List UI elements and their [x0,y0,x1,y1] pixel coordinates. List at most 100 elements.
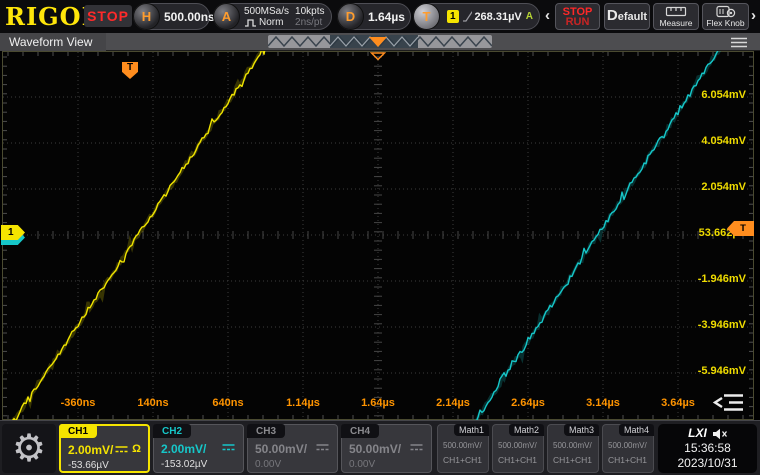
trigger-source-badge: 1 [447,10,459,23]
dc-coupling-icon [221,443,236,452]
math1-tab[interactable]: Math1 [454,424,489,436]
time-label: -360ns [61,397,96,409]
flex-knob-button[interactable]: Flex Knob [702,3,749,30]
delay-control[interactable]: D 1.64µs [337,3,411,30]
settings-button[interactable]: ⚙ [2,424,56,473]
ch2-tab[interactable]: CH2 [153,424,191,438]
ch3-offset: 0.00V [255,459,281,470]
memory-overview-strip [268,35,492,48]
d-knob-icon[interactable]: D [337,3,364,30]
channel-box-ch4[interactable]: CH4 50.00mV/ 0.00V [341,424,432,473]
toolbar-scroll-left-icon[interactable]: ‹ [545,7,550,24]
acquire-mode: Norm [259,17,283,28]
memory-depth: 10kpts [295,6,324,17]
speaker-muted-icon [712,428,727,440]
time-resolution: 2ns/pt [295,17,324,28]
channel-box-ch3[interactable]: CH3 50.00mV/ 0.00V [247,424,338,473]
run-stop-button-stop-label: STOP [563,7,593,17]
graticule-grid [2,51,754,420]
time-label: 2.14µs [436,397,470,409]
sample-rate-block: 500MSa/s Norm [244,6,289,28]
system-date: 2023/10/31 [677,456,737,471]
graticule-menu-icon[interactable] [712,393,746,412]
pulse-icon [244,17,257,28]
time-label: 1.14µs [286,397,320,409]
impedance-icon: Ω [132,444,141,454]
dc-coupling-icon [315,443,330,452]
trigger-control[interactable]: T 1 268.31µV A [413,3,540,30]
delay-value: 1.64µs [368,10,405,24]
voltage-label: 4.054mV [701,135,746,147]
time-label: 3.14µs [586,397,620,409]
time-label: 3.64µs [661,397,695,409]
waveform-graticule[interactable]: T 1 T 6.054mV4.054mV2.054mV53.662µV-1.94… [2,51,754,420]
math-box-math1[interactable]: Math1 500.00mV/ CH1+CH1 [437,424,489,473]
measure-button[interactable]: Measure [653,3,699,30]
math1-scale: 500.00mV/ [443,441,482,450]
gear-icon: ⚙ [12,430,46,468]
system-info-box[interactable]: LXI 15:36:58 2023/10/31 [658,424,757,473]
ch3-tab[interactable]: CH3 [247,424,285,438]
ruler-icon [665,6,687,18]
system-time: 15:36:58 [684,441,731,456]
ch4-offset: 0.00V [349,459,375,470]
ch1-tab[interactable]: CH1 [59,424,97,438]
flex-knob-button-label: Flex Knob [706,18,744,28]
measure-button-label: Measure [659,18,692,28]
sample-rate: 500MSa/s [244,6,289,17]
math4-tab[interactable]: Math4 [619,424,654,436]
trigger-status: A [526,11,533,22]
time-label: 640ns [212,397,243,409]
ch2-scale: 2.00mV/ [161,442,206,456]
math4-scale: 500.00mV/ [608,441,647,450]
run-stop-button[interactable]: STOP RUN [555,3,600,30]
time-label: 140ns [137,397,168,409]
default-button[interactable]: Default [604,3,650,30]
ch4-tab[interactable]: CH4 [341,424,379,438]
channel-box-ch1[interactable]: CH1 2.00mV/ Ω -53.66µV [59,424,150,473]
math-box-math3[interactable]: Math3 500.00mV/ CH1+CH1 [547,424,599,473]
run-stop-button-run-label: RUN [566,17,590,27]
oscilloscope-screen: RIGOL STOP H 500.00ns/ A 500MSa/s Norm 1… [0,0,760,475]
delay-center-marker-icon[interactable] [370,52,386,61]
horizontal-position-overview[interactable] [268,35,492,48]
dc-coupling-icon [409,443,424,452]
ch4-scale: 50.00mV/ [349,442,401,456]
time-label: 2.64µs [511,397,545,409]
view-tab-bar: Waveform View [0,33,760,51]
topbar: RIGOL STOP H 500.00ns/ A 500MSa/s Norm 1… [0,0,760,33]
math2-expression: CH1+CH1 [498,455,537,465]
acquisition-status-badge: STOP [84,5,132,27]
math-box-math2[interactable]: Math2 500.00mV/ CH1+CH1 [492,424,544,473]
trigger-level-value: 268.31µV [474,11,521,23]
voltage-label: -3.946mV [698,319,746,331]
math3-tab[interactable]: Math3 [564,424,599,436]
h-knob-icon[interactable]: H [133,3,160,30]
rising-edge-icon [462,10,473,23]
voltage-label: 2.054mV [701,181,746,193]
menu-icon[interactable] [730,37,748,48]
time-label: 1.64µs [361,397,395,409]
math1-expression: CH1+CH1 [443,455,482,465]
voltage-label: -1.946mV [698,273,746,285]
acquire-control[interactable]: A 500MSa/s Norm 10kpts 2ns/pt [213,3,332,30]
bottombar: ⚙ CH1 2.00mV/ Ω -53.66µV CH2 2.00mV/ [0,420,760,475]
math2-scale: 500.00mV/ [498,441,537,450]
a-knob-icon[interactable]: A [213,3,240,30]
math2-tab[interactable]: Math2 [509,424,544,436]
memory-depth-block: 10kpts 2ns/pt [295,6,324,28]
default-button-label: Default [607,11,647,22]
ch1-scale: 2.00mV/ [68,443,113,457]
channel-box-ch2[interactable]: CH2 2.00mV/ -153.02µV [153,424,244,473]
t-knob-icon[interactable]: T [413,3,440,30]
ch3-scale: 50.00mV/ [255,442,307,456]
tab-waveform-view[interactable]: Waveform View [0,33,106,51]
horizontal-scale-control[interactable]: H 500.00ns/ [133,3,210,30]
voltage-label: 6.054mV [701,89,746,101]
flex-knob-icon [715,5,737,18]
math3-scale: 500.00mV/ [553,441,592,450]
ch2-offset: -153.02µV [161,459,207,470]
voltage-label: -5.946mV [698,365,746,377]
toolbar-scroll-right-icon[interactable]: › [751,7,756,24]
math-box-math4[interactable]: Math4 500.00mV/ CH1+CH1 [602,424,654,473]
